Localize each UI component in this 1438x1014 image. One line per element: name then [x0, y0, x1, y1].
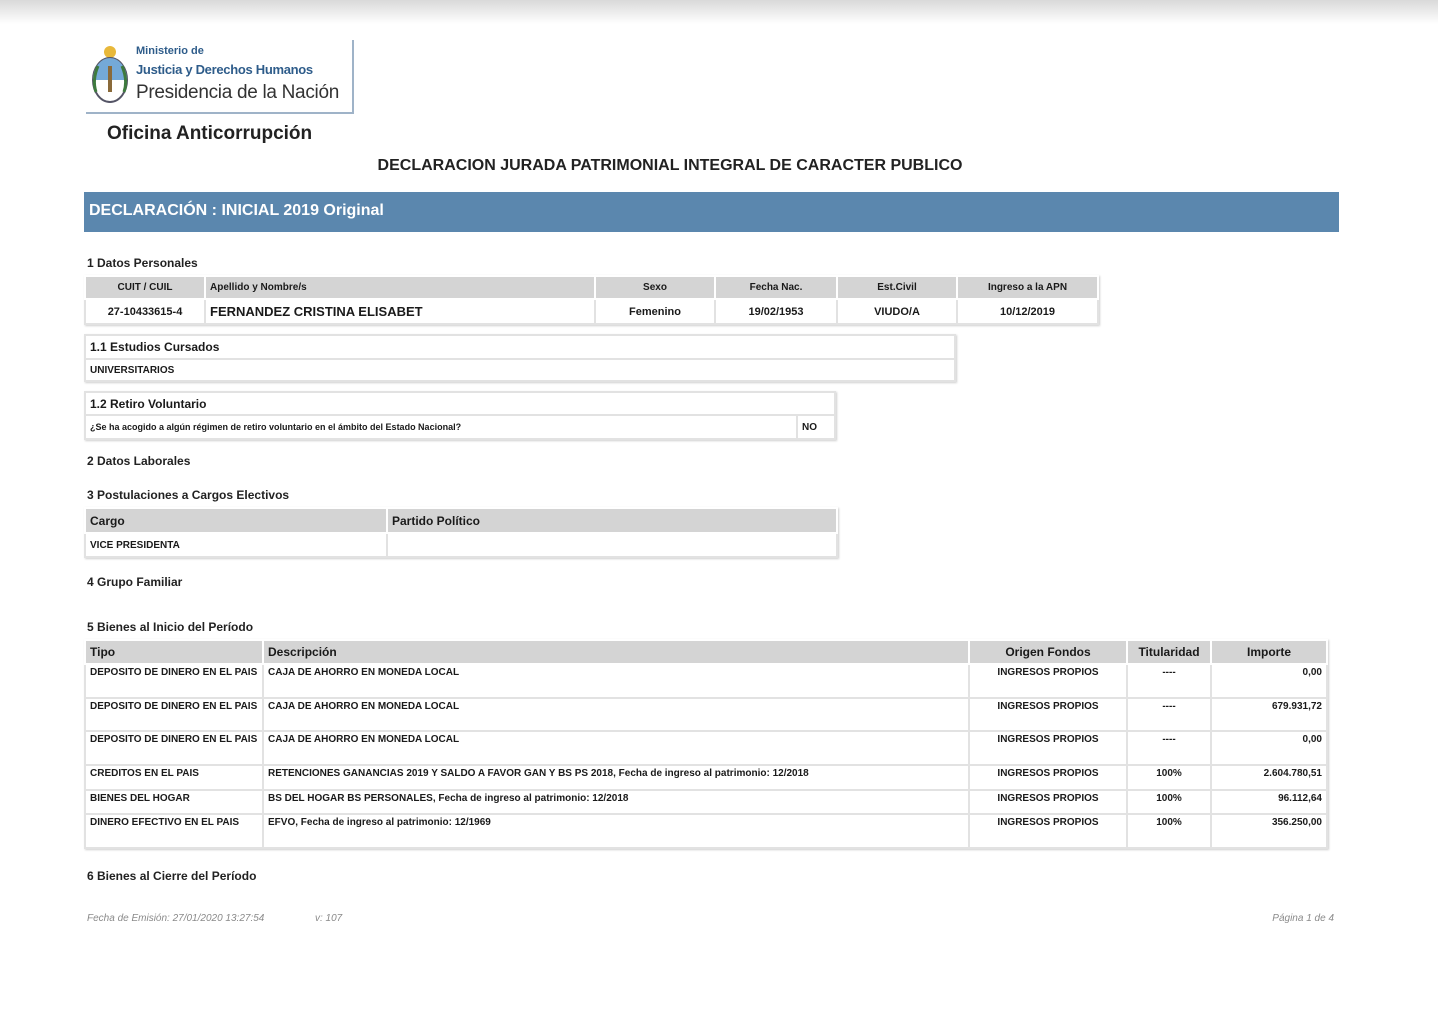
section-title-assets-start: 5 Bienes al Inicio del Período: [87, 620, 254, 634]
declaration-banner: DECLARACIÓN : INICIAL 2019 Original: [84, 192, 1339, 232]
asset-amount: 679.931,72: [1210, 697, 1328, 732]
asset-funds-origin: INGRESOS PROPIOS: [968, 697, 1128, 732]
asset-type: DEPOSITO DE DINERO EN EL PAIS: [84, 730, 264, 766]
personal-data-table: CUIT / CUIL Apellido y Nombre/s Sexo Fec…: [84, 275, 1099, 325]
asset-ownership: 100%: [1126, 764, 1212, 791]
header-civil-status: Est.Civil: [836, 275, 958, 300]
section-title-family: 4 Grupo Familiar: [87, 575, 183, 589]
logo-presidency: Presidencia de la Nación: [136, 82, 339, 103]
asset-description: CAJA DE AHORRO EN MONEDA LOCAL: [262, 730, 970, 766]
table-row: DEPOSITO DE DINERO EN EL PAIS CAJA DE AH…: [84, 663, 1328, 699]
name-value: FERNANDEZ CRISTINA ELISABET: [204, 298, 596, 325]
table-row: DEPOSITO DE DINERO EN EL PAIS CAJA DE AH…: [84, 697, 1328, 732]
asset-ownership: 100%: [1126, 789, 1212, 815]
studies-table: 1.1 Estudios Cursados UNIVERSITARIOS: [84, 334, 956, 382]
asset-description: CAJA DE AHORRO EN MONEDA LOCAL: [262, 663, 970, 699]
table-row: DEPOSITO DE DINERO EN EL PAIS CAJA DE AH…: [84, 730, 1328, 766]
assets-start-table: Tipo Descripción Origen Fondos Titularid…: [84, 639, 1328, 849]
document-title: DECLARACION JURADA PATRIMONIAL INTEGRAL …: [377, 157, 963, 174]
header-funds-origin: Origen Fondos: [968, 639, 1128, 665]
asset-funds-origin: INGRESOS PROPIOS: [968, 730, 1128, 766]
logo-ministry-label: Ministerio de: [136, 45, 204, 57]
retirement-title: 1.2 Retiro Voluntario: [84, 391, 836, 416]
header-apn-entry: Ingreso a la APN: [956, 275, 1099, 300]
table-row: BIENES DEL HOGAR BS DEL HOGAR BS PERSONA…: [84, 789, 1328, 815]
apn-entry-value: 10/12/2019: [956, 298, 1099, 325]
footer-emission-date: Fecha de Emisión: 27/01/2020 13:27:54: [87, 913, 265, 924]
header-position: Cargo: [84, 507, 388, 534]
asset-amount: 2.604.780,51: [1210, 764, 1328, 791]
header-description: Descripción: [262, 639, 970, 665]
asset-funds-origin: INGRESOS PROPIOS: [968, 663, 1128, 699]
section-title-candidacies: 3 Postulaciones a Cargos Electivos: [87, 488, 290, 502]
asset-ownership: ----: [1126, 697, 1212, 732]
asset-funds-origin: INGRESOS PROPIOS: [968, 789, 1128, 815]
asset-type: DEPOSITO DE DINERO EN EL PAIS: [84, 697, 264, 732]
personal-value-row: 27-10433615-4 FERNANDEZ CRISTINA ELISABE…: [84, 298, 1099, 325]
sex-value: Femenino: [594, 298, 716, 325]
ministry-logo: Ministerio de Justicia y Derechos Humano…: [86, 40, 354, 114]
asset-description: RETENCIONES GANANCIAS 2019 Y SALDO A FAV…: [262, 764, 970, 791]
asset-type: DEPOSITO DE DINERO EN EL PAIS: [84, 663, 264, 699]
header-type: Tipo: [84, 639, 264, 665]
header-cuit: CUIT / CUIL: [84, 275, 206, 300]
section-title-assets-end: 6 Bienes al Cierre del Período: [87, 869, 257, 883]
candidacies-table: Cargo Partido Político VICE PRESIDENTA: [84, 507, 838, 558]
cuit-value: 27-10433615-4: [84, 298, 206, 325]
retirement-answer: NO: [796, 414, 836, 440]
party-value: [386, 532, 838, 558]
studies-title: 1.1 Estudios Cursados: [84, 334, 956, 360]
retirement-table: 1.2 Retiro Voluntario ¿Se ha acogido a a…: [84, 391, 836, 440]
header-birthdate: Fecha Nac.: [714, 275, 838, 300]
asset-funds-origin: INGRESOS PROPIOS: [968, 764, 1128, 791]
section-title-personal: 1 Datos Personales: [87, 256, 198, 270]
table-row: CREDITOS EN EL PAIS RETENCIONES GANANCIA…: [84, 764, 1328, 791]
asset-amount: 0,00: [1210, 663, 1328, 699]
retirement-question: ¿Se ha acogido a algún régimen de retiro…: [84, 414, 798, 440]
asset-amount: 0,00: [1210, 730, 1328, 766]
asset-description: BS DEL HOGAR BS PERSONALES, Fecha de ing…: [262, 789, 970, 815]
footer-page-number: Página 1 de 4: [1272, 913, 1334, 924]
header-party: Partido Político: [386, 507, 838, 534]
header-amount: Importe: [1210, 639, 1328, 665]
asset-ownership: ----: [1126, 730, 1212, 766]
asset-funds-origin: INGRESOS PROPIOS: [968, 813, 1128, 849]
asset-description: CAJA DE AHORRO EN MONEDA LOCAL: [262, 697, 970, 732]
header-name: Apellido y Nombre/s: [204, 275, 596, 300]
window-top-shade: [0, 0, 1438, 24]
asset-type: CREDITOS EN EL PAIS: [84, 764, 264, 791]
civil-status-value: VIUDO/A: [836, 298, 958, 325]
table-row: DINERO EFECTIVO EN EL PAIS EFVO, Fecha d…: [84, 813, 1328, 849]
header-sex: Sexo: [594, 275, 716, 300]
personal-header-row: CUIT / CUIL Apellido y Nombre/s Sexo Fec…: [84, 275, 1099, 300]
asset-amount: 96.112,64: [1210, 789, 1328, 815]
asset-ownership: 100%: [1126, 813, 1212, 849]
asset-type: DINERO EFECTIVO EN EL PAIS: [84, 813, 264, 849]
section-title-work: 2 Datos Laborales: [87, 454, 191, 468]
asset-description: EFVO, Fecha de ingreso al patrimonio: 12…: [262, 813, 970, 849]
studies-value: UNIVERSITARIOS: [84, 358, 956, 382]
birthdate-value: 19/02/1953: [714, 298, 838, 325]
header-ownership: Titularidad: [1126, 639, 1212, 665]
asset-amount: 356.250,00: [1210, 813, 1328, 849]
office-name: Oficina Anticorrupción: [107, 123, 313, 144]
logo-ministry-name: Justicia y Derechos Humanos: [136, 62, 313, 77]
asset-type: BIENES DEL HOGAR: [84, 789, 264, 815]
footer-version: v: 107: [315, 913, 343, 924]
asset-ownership: ----: [1126, 663, 1212, 699]
argentina-coat-of-arms-icon: [92, 46, 128, 103]
position-value: VICE PRESIDENTA: [84, 532, 388, 558]
assets-header-row: Tipo Descripción Origen Fondos Titularid…: [84, 639, 1328, 665]
